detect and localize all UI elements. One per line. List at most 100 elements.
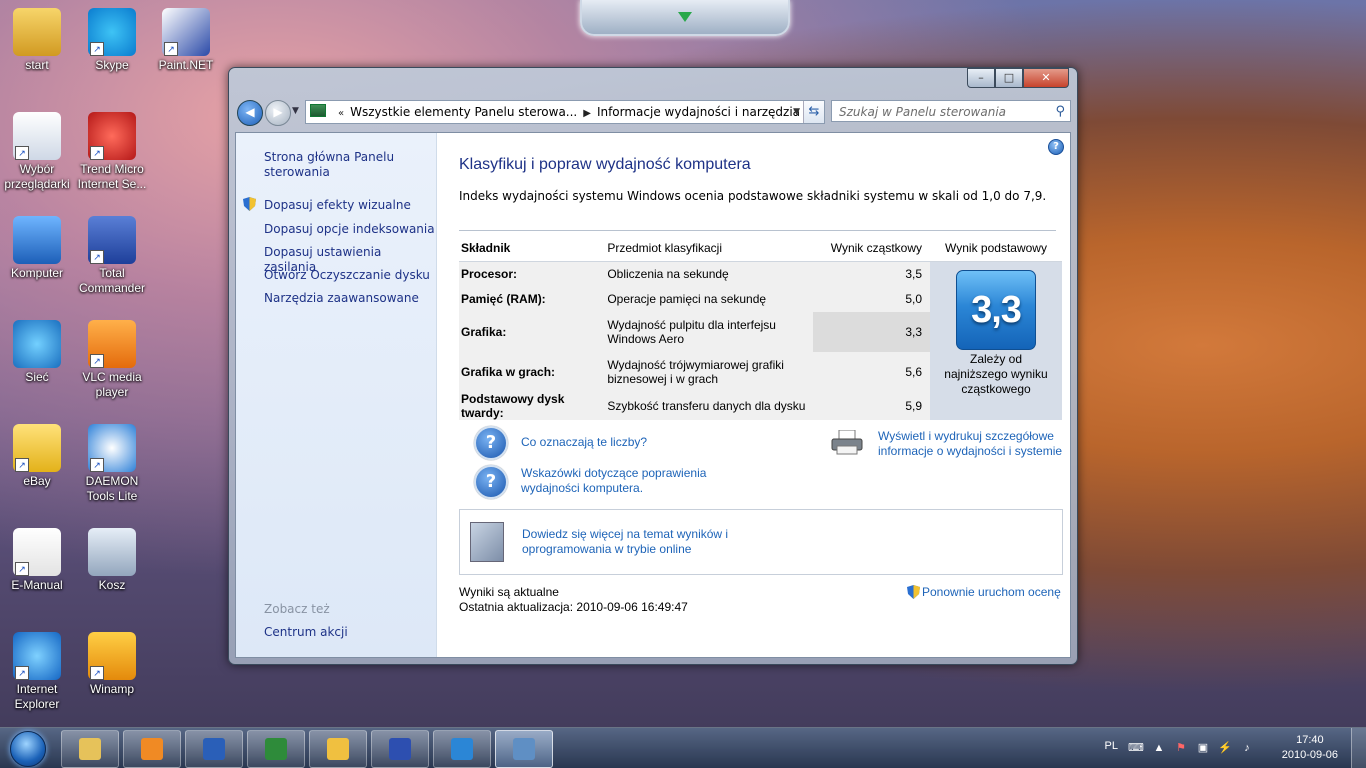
search-icon[interactable]: ⚲ bbox=[1055, 101, 1065, 123]
desktop-icon-network[interactable]: Sieć bbox=[1, 320, 73, 385]
taskbar: PL ⌨ ▲ ⚑ ▣ ⚡ ♪ 17:40 2010-09-06 bbox=[0, 727, 1366, 768]
taskbar-internet-explorer-button[interactable] bbox=[433, 730, 491, 768]
learn-more-link[interactable]: Dowiedz się więcej na temat wyników i op… bbox=[522, 527, 752, 557]
desktop-icon-label: Internet Explorer bbox=[14, 682, 60, 711]
back-button[interactable]: ◀ bbox=[237, 100, 263, 126]
keyboard-icon[interactable]: ⌨ bbox=[1128, 741, 1144, 755]
taskbar-media-player-button[interactable] bbox=[123, 730, 181, 768]
status-last-update: Ostatnia aktualizacja: 2010-09-06 16:49:… bbox=[459, 600, 688, 614]
desktop-icon-label: Wybór przeglądarki bbox=[4, 162, 70, 191]
desktop-icon-computer[interactable]: Komputer bbox=[1, 216, 73, 281]
rerun-assessment-link[interactable]: Ponownie uruchom ocenę bbox=[922, 585, 1061, 600]
taskbar-total-commander-button[interactable] bbox=[371, 730, 429, 768]
desktop-icon-pdf[interactable]: ↗ E-Manual bbox=[1, 528, 73, 593]
network-icon[interactable]: ⚡ bbox=[1218, 741, 1232, 755]
device-icon[interactable]: ▣ bbox=[1196, 741, 1210, 755]
breadcrumb-all-items[interactable]: Wszystkie elementy Panelu sterowa... bbox=[350, 105, 577, 119]
desktop-icon-skype[interactable]: ↗ Skype bbox=[76, 8, 148, 73]
volume-icon[interactable]: ♪ bbox=[1240, 741, 1254, 755]
show-hidden-icons[interactable]: ▲ bbox=[1152, 741, 1166, 755]
folder-user-icon bbox=[13, 8, 61, 56]
help-question-icon: ? bbox=[474, 465, 508, 499]
floppy-icon: ↗ bbox=[88, 216, 136, 264]
top-gadget[interactable] bbox=[580, 0, 790, 36]
header-subscore: Wynik cząstkowy bbox=[812, 234, 930, 262]
software-box-icon bbox=[470, 522, 504, 562]
subscore-value-lowest: 3,3 bbox=[812, 311, 930, 352]
help-question-icon: ? bbox=[474, 426, 508, 460]
desktop-icon-recycle-bin[interactable]: Kosz bbox=[76, 528, 148, 593]
ie-icon: ↗ bbox=[13, 632, 61, 680]
desktop-icon-label: Kosz bbox=[98, 578, 126, 592]
desktop-icon-label: Sieć bbox=[25, 370, 49, 384]
refresh-button[interactable]: ⇆ bbox=[803, 101, 824, 123]
desktop-icon-ebay[interactable]: ↗ eBay bbox=[1, 424, 73, 489]
close-button[interactable]: ✕ bbox=[1023, 68, 1069, 88]
clock-time: 17:40 bbox=[1296, 734, 1324, 746]
help-icon[interactable]: ? bbox=[1048, 139, 1064, 155]
minimize-button[interactable]: – bbox=[967, 68, 995, 88]
sidebar-link-indexing[interactable]: Dopasuj opcje indeksowania bbox=[264, 222, 435, 237]
desktop-icon-label: Paint.NET bbox=[158, 58, 214, 72]
desktop-icon-winamp[interactable]: ↗ Winamp bbox=[76, 632, 148, 697]
control-panel-home-link[interactable]: Strona główna Panelu sterowania bbox=[264, 150, 414, 180]
see-also-heading: Zobacz też bbox=[264, 602, 330, 616]
desktop-icon-vlc[interactable]: ↗ VLC media player bbox=[76, 320, 148, 400]
maximize-button[interactable]: □ bbox=[995, 68, 1023, 88]
desktop-icon-ie[interactable]: ↗ Internet Explorer bbox=[1, 632, 73, 712]
taskbar-excel-button[interactable] bbox=[247, 730, 305, 768]
sidebar-link-action-center[interactable]: Centrum akcji bbox=[264, 625, 348, 640]
component-label: Podstawowy dysk twardy: bbox=[459, 391, 606, 420]
improve-tips-link[interactable]: Wskazówki dotyczące poprawienia wydajnoś… bbox=[521, 466, 721, 496]
recent-pages-dropdown[interactable]: ▼ bbox=[292, 106, 299, 116]
header-component: Składnik bbox=[459, 234, 606, 262]
address-bar[interactable]: « Wszystkie elementy Panelu sterowa... ▶ In… bbox=[305, 100, 825, 124]
language-indicator[interactable]: PL bbox=[1105, 740, 1118, 752]
sidebar-link-visual-effects[interactable]: Dopasuj efekty wizualne bbox=[264, 198, 411, 213]
taskbar-word-button[interactable] bbox=[185, 730, 243, 768]
header-subject: Przedmiot klasyfikacji bbox=[605, 234, 813, 262]
outlook-icon bbox=[327, 738, 349, 760]
start-button[interactable] bbox=[4, 728, 50, 768]
navigation-bar: ◀ ▶ ▼ « Wszystkie elementy Panelu sterowa… bbox=[235, 99, 1071, 126]
forward-button[interactable]: ▶ bbox=[265, 100, 291, 126]
action-center-flag-icon[interactable]: ⚑ bbox=[1174, 741, 1188, 755]
desktop-icon-paintnet[interactable]: ↗ Paint.NET bbox=[150, 8, 222, 73]
shortcut-arrow-icon: ↗ bbox=[90, 42, 104, 56]
desktop-icon-browser-choice[interactable]: ↗ Wybór przeglądarki bbox=[1, 112, 73, 192]
desktop-icon-floppy[interactable]: ↗ Total Commander bbox=[76, 216, 148, 296]
taskbar-explorer-button[interactable] bbox=[61, 730, 119, 768]
status-current: Wyniki są aktualne bbox=[459, 585, 559, 599]
recycle-bin-icon bbox=[88, 528, 136, 576]
shortcut-arrow-icon: ↗ bbox=[90, 458, 104, 472]
desktop-icon-folder-user[interactable]: start bbox=[1, 8, 73, 73]
floppy-icon bbox=[389, 738, 411, 760]
desktop-icon-label: Total Commander bbox=[78, 266, 146, 295]
breadcrumb-current[interactable]: Informacje wydajności i narzędzia bbox=[597, 105, 800, 119]
taskbar-control-panel-button[interactable] bbox=[495, 730, 553, 768]
clock[interactable]: 17:40 2010-09-06 bbox=[1282, 733, 1338, 763]
down-arrow-icon bbox=[678, 12, 692, 22]
desktop-icon-trend-micro[interactable]: ↗ Trend Micro Internet Se... bbox=[76, 112, 148, 192]
vlc-icon: ↗ bbox=[88, 320, 136, 368]
ebay-icon: ↗ bbox=[13, 424, 61, 472]
shortcut-arrow-icon: ↗ bbox=[90, 354, 104, 368]
divider bbox=[459, 230, 1056, 231]
print-details-link[interactable]: Wyświetl i wydrukuj szczegółowe informac… bbox=[878, 429, 1068, 459]
control-panel-icon bbox=[310, 104, 326, 117]
computer-icon bbox=[13, 216, 61, 264]
desktop-icon-daemon-tools[interactable]: ↗ DAEMON Tools Lite bbox=[76, 424, 148, 504]
subscore-value: 5,9 bbox=[812, 391, 930, 420]
network-icon bbox=[13, 320, 61, 368]
uac-shield-icon bbox=[907, 585, 920, 599]
search-input[interactable]: Szukaj w Panelu sterowania ⚲ bbox=[831, 100, 1071, 122]
address-dropdown-icon[interactable]: ▼ bbox=[793, 101, 800, 123]
what-numbers-mean-link[interactable]: Co oznaczają te liczby? bbox=[521, 435, 647, 450]
taskbar-outlook-button[interactable] bbox=[309, 730, 367, 768]
breadcrumb-arrow-icon[interactable]: ▶ bbox=[583, 108, 591, 119]
component-label: Procesor: bbox=[459, 261, 606, 287]
show-desktop-button[interactable] bbox=[1351, 728, 1366, 768]
component-label: Pamięć (RAM): bbox=[459, 286, 606, 312]
sidebar-link-disk-cleanup[interactable]: Otwórz Oczyszczanie dysku bbox=[264, 268, 430, 283]
sidebar-link-advanced-tools[interactable]: Narzędzia zaawansowane bbox=[264, 291, 419, 306]
